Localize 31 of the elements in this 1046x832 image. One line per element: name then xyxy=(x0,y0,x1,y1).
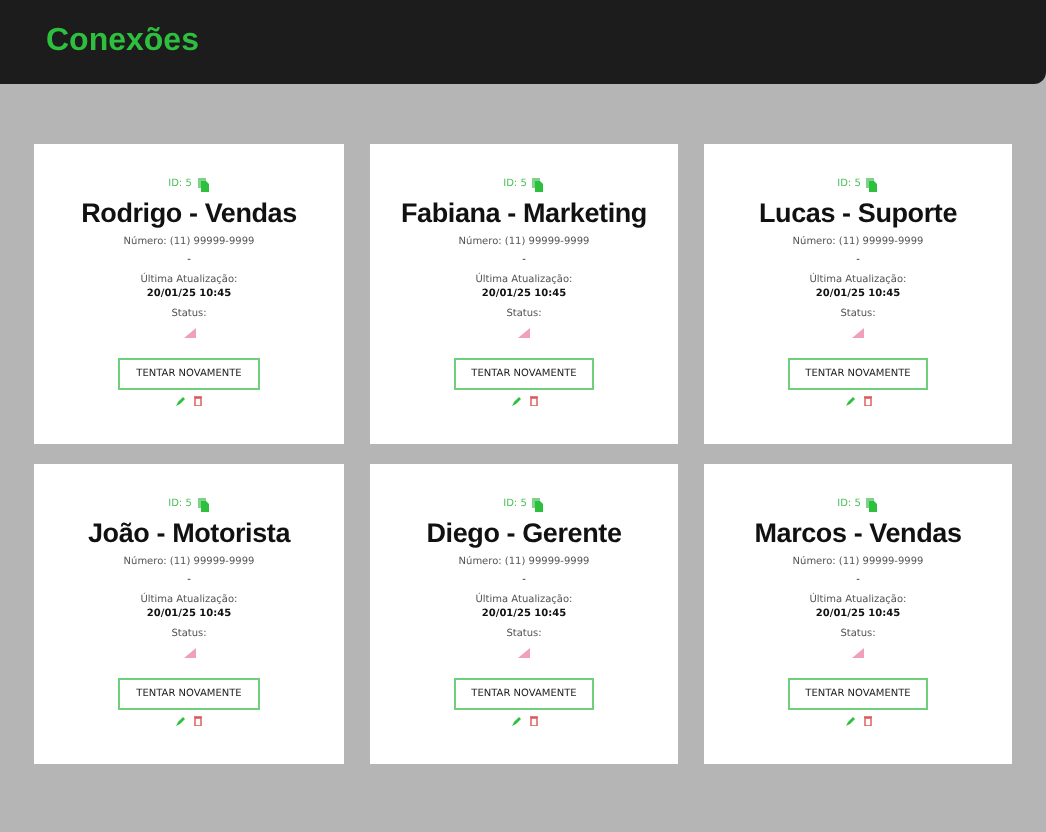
signal-icon xyxy=(518,328,530,338)
connection-name: Diego - Gerente xyxy=(426,518,622,548)
signal-icon xyxy=(852,328,864,338)
pencil-icon[interactable] xyxy=(176,396,186,406)
pencil-icon[interactable] xyxy=(511,716,521,726)
pencil-icon[interactable] xyxy=(511,396,521,406)
copy-icon[interactable] xyxy=(866,178,879,192)
trash-icon[interactable] xyxy=(863,396,871,406)
pencil-icon[interactable] xyxy=(845,716,855,726)
pencil-icon[interactable] xyxy=(176,716,186,726)
signal-icon xyxy=(518,648,530,658)
copy-icon[interactable] xyxy=(532,498,545,512)
trash-icon[interactable] xyxy=(529,396,537,406)
trash-icon[interactable] xyxy=(529,716,537,726)
connection-name: Marcos - Vendas xyxy=(754,518,962,548)
connection-name: Rodrigo - Vendas xyxy=(81,198,297,228)
page-title: Conexões xyxy=(46,24,199,60)
signal-icon xyxy=(852,648,864,658)
connection-name: Lucas - Suporte xyxy=(758,198,957,228)
trash-icon[interactable] xyxy=(194,716,202,726)
copy-icon[interactable] xyxy=(866,498,879,512)
copy-icon[interactable] xyxy=(197,178,210,192)
connection-name: Fabiana - Marketing xyxy=(401,198,647,228)
connection-name: João - Motorista xyxy=(87,518,291,548)
trash-icon[interactable] xyxy=(863,716,871,726)
copy-icon[interactable] xyxy=(532,178,545,192)
trash-icon[interactable] xyxy=(194,396,202,406)
copy-icon[interactable] xyxy=(197,498,210,512)
signal-icon xyxy=(183,328,195,338)
signal-icon xyxy=(183,648,195,658)
pencil-icon[interactable] xyxy=(845,396,855,406)
